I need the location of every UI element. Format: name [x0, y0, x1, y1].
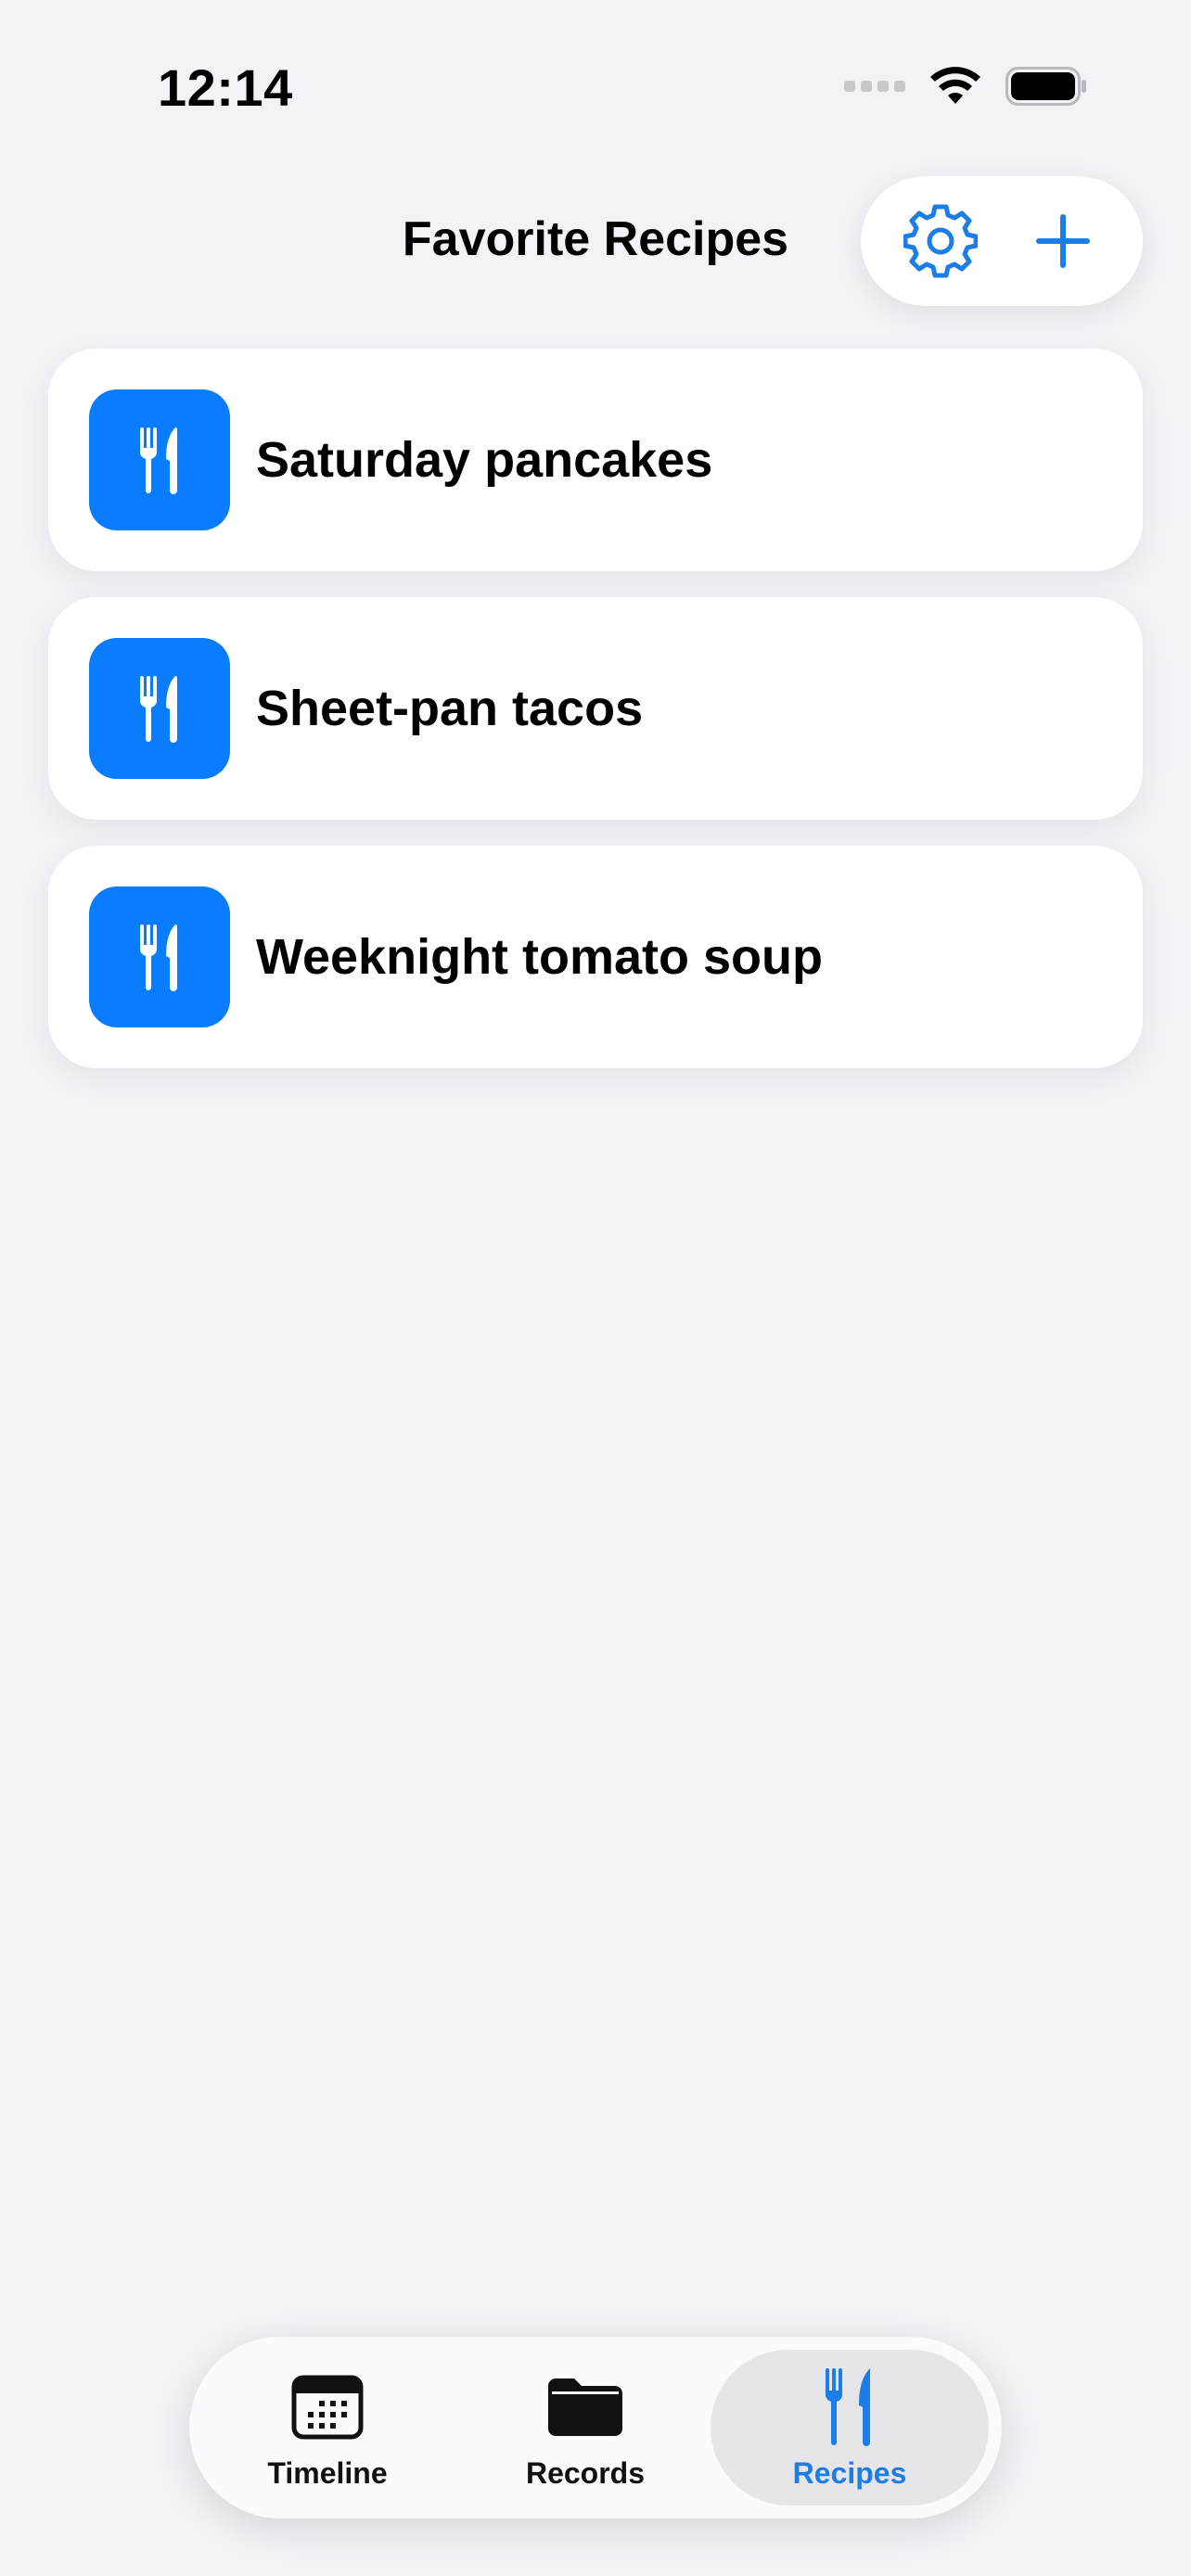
fork-knife-icon — [140, 676, 177, 743]
recipe-name: Sheet-pan tacos — [256, 681, 644, 736]
tab-label: Recipes — [792, 2455, 907, 2490]
fork-knife-icon — [826, 2367, 871, 2446]
gear-icon — [903, 204, 978, 278]
wifi-icon — [930, 67, 980, 104]
recipe-list: Saturday pancakes Sheet-pan tacos Weekni… — [48, 349, 1143, 1094]
recipe-card[interactable]: Sheet-pan tacos — [48, 597, 1143, 820]
recipe-card[interactable]: Weeknight tomato soup — [48, 846, 1143, 1068]
status-time: 12:14 — [158, 58, 293, 117]
settings-button[interactable] — [890, 190, 992, 292]
recipe-icon — [89, 638, 230, 779]
recipe-icon — [89, 886, 230, 1027]
screen: 12:14 Favorite Recipes Saturday pancakes… — [0, 0, 1191, 2576]
add-recipe-button[interactable] — [1012, 190, 1114, 292]
fork-knife-icon — [140, 427, 177, 494]
tab-label: Timeline — [267, 2455, 388, 2490]
tab-label: Records — [525, 2455, 646, 2490]
header-actions — [861, 176, 1143, 306]
cellular-signal-icon — [844, 81, 905, 92]
recipe-icon — [89, 389, 230, 530]
tab-recipes[interactable]: Recipes — [711, 2350, 989, 2506]
battery-icon — [1005, 67, 1086, 106]
recipe-name: Saturday pancakes — [256, 432, 713, 488]
recipe-name: Weeknight tomato soup — [256, 929, 824, 985]
tab-icon — [546, 2366, 624, 2449]
calendar-icon — [291, 2375, 364, 2439]
status-indicators — [844, 67, 1087, 106]
tab-icon — [822, 2366, 877, 2449]
folder-icon — [548, 2378, 622, 2436]
recipe-card[interactable]: Saturday pancakes — [48, 349, 1143, 571]
tab-bar: Timeline Records Recipes — [189, 2337, 1002, 2519]
tab-timeline[interactable]: Timeline — [202, 2350, 453, 2506]
tab-icon — [291, 2366, 364, 2449]
fork-knife-icon — [140, 925, 177, 991]
plus-icon — [1036, 214, 1090, 268]
tab-records[interactable]: Records — [460, 2350, 711, 2506]
